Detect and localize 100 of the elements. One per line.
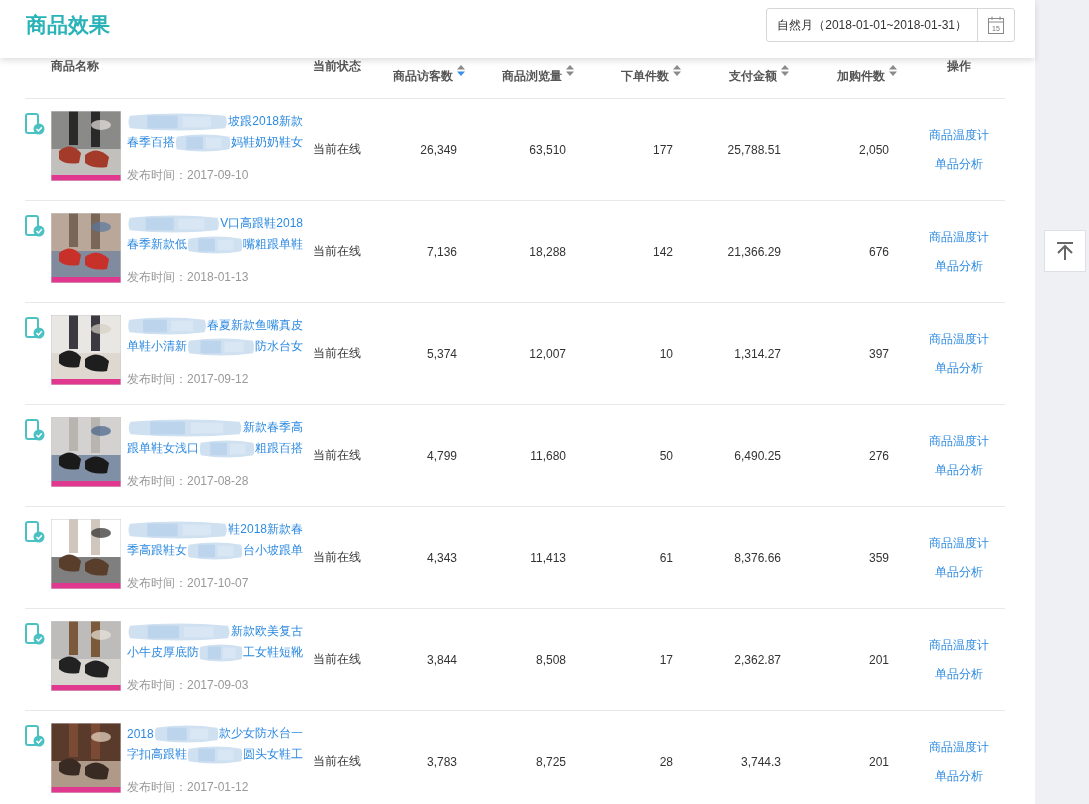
sort-icon[interactable]	[457, 65, 465, 76]
product-title-fragment[interactable]: 春夏新款鱼嘴真皮	[207, 317, 303, 334]
table-cell: 63,510	[529, 142, 566, 157]
table-cell: 50	[659, 448, 673, 463]
table-cell: 201	[868, 754, 889, 769]
publish-date: 发布时间：2017-09-10	[127, 167, 249, 184]
redaction-blur	[199, 643, 243, 662]
phone-check-icon	[25, 623, 45, 645]
product-title-fragment[interactable]: 跟单鞋女浅口	[127, 440, 199, 457]
product-title-fragment[interactable]: 台小坡跟单	[243, 542, 303, 559]
product-title-fragment[interactable]: 字扣高跟鞋	[127, 746, 187, 763]
status-text: 当前在线	[313, 141, 361, 158]
status-text: 当前在线	[313, 651, 361, 668]
action-link[interactable]: 商品温度计	[929, 228, 989, 246]
phone-check-icon	[25, 215, 45, 237]
redaction-blur	[199, 439, 255, 458]
publish-date: 发布时间：2017-01-12	[127, 779, 249, 796]
redaction-blur	[187, 337, 255, 356]
table-cell: 8,376.66	[734, 550, 781, 565]
column-header: 商品访客数	[393, 68, 453, 85]
table-cell: 397	[868, 346, 889, 361]
status-text: 当前在线	[313, 753, 361, 770]
publish-date: 发布时间：2017-09-12	[127, 371, 249, 388]
redaction-blur	[187, 541, 243, 560]
action-link[interactable]: 商品温度计	[929, 126, 989, 144]
column-header: 商品名称	[51, 58, 99, 75]
sort-icon[interactable]	[673, 65, 681, 76]
status-text: 当前在线	[313, 243, 361, 260]
action-link[interactable]: 单品分析	[935, 461, 983, 479]
table-cell: 18,288	[529, 244, 566, 259]
product-title-fragment[interactable]: 款少女防水台一	[219, 725, 303, 742]
product-title-fragment[interactable]: 小牛皮厚底防	[127, 644, 199, 661]
product-title-fragment[interactable]: 坡跟2018新款	[228, 113, 303, 130]
table-cell: 3,744.3	[740, 754, 781, 769]
table-cell: 11,413	[530, 550, 566, 565]
table-cell: 10	[659, 346, 673, 361]
product-title-fragment[interactable]: 圆头女鞋工	[243, 746, 303, 763]
table-cell: 3,783	[426, 754, 457, 769]
table-cell: 4,343	[426, 550, 457, 565]
table-cell: 25,788.51	[727, 142, 781, 157]
action-link[interactable]: 单品分析	[935, 767, 983, 785]
status-text: 当前在线	[313, 549, 361, 566]
page-title: 商品效果	[26, 12, 110, 38]
action-link[interactable]: 商品温度计	[929, 636, 989, 654]
status-text: 当前在线	[313, 447, 361, 464]
table-cell: 21,366.29	[727, 244, 781, 259]
table-cell: 12,007	[529, 346, 566, 361]
action-link[interactable]: 单品分析	[935, 155, 983, 173]
table-cell: 2,050	[858, 142, 889, 157]
product-title-fragment[interactable]: 春季新款低	[127, 236, 187, 253]
column-header: 操作	[947, 58, 971, 75]
action-link[interactable]: 商品温度计	[929, 432, 989, 450]
publish-date: 发布时间：2018-01-13	[127, 269, 249, 286]
back-to-top-button[interactable]	[1044, 230, 1086, 272]
phone-check-icon	[25, 113, 45, 135]
table-cell: 359	[868, 550, 889, 565]
phone-check-icon	[25, 317, 45, 339]
table-cell: 26,349	[420, 142, 457, 157]
product-title-fragment[interactable]: 工女鞋短靴	[243, 644, 303, 661]
phone-check-icon	[25, 725, 45, 747]
table-cell: 201	[868, 652, 889, 667]
action-link[interactable]: 单品分析	[935, 563, 983, 581]
table-cell: 8,508	[535, 652, 566, 667]
product-title-fragment[interactable]: V口高跟鞋2018	[220, 215, 303, 232]
column-header: 加购件数	[837, 68, 885, 85]
action-link[interactable]: 单品分析	[935, 359, 983, 377]
table-cell: 676	[868, 244, 889, 259]
table-cell: 11,680	[530, 448, 566, 463]
sort-icon[interactable]	[889, 65, 897, 76]
redaction-blur	[187, 235, 243, 254]
publish-date: 发布时间：2017-09-03	[127, 677, 249, 694]
action-link[interactable]: 单品分析	[935, 665, 983, 683]
action-link[interactable]: 商品温度计	[929, 330, 989, 348]
product-title-fragment[interactable]: 新款春季高	[243, 419, 303, 436]
product-title-fragment[interactable]: 单鞋小清新	[127, 338, 187, 355]
table-cell: 6,490.25	[734, 448, 781, 463]
sort-icon[interactable]	[566, 65, 574, 76]
product-title-fragment[interactable]: 粗跟百搭	[255, 440, 303, 457]
redaction-blur	[175, 133, 231, 152]
action-link[interactable]: 商品温度计	[929, 738, 989, 756]
product-title-fragment[interactable]: 鞋2018新款春	[228, 521, 303, 538]
table-cell: 2,362.87	[734, 652, 781, 667]
column-header: 当前状态	[313, 58, 361, 75]
product-title-fragment[interactable]: 嘴粗跟单鞋	[243, 236, 303, 253]
product-title-fragment[interactable]: 季高跟鞋女	[127, 542, 187, 559]
action-link[interactable]: 商品温度计	[929, 534, 989, 552]
redaction-blur	[153, 724, 219, 743]
redaction-blur	[187, 745, 243, 764]
product-title-fragment[interactable]: 春季百搭	[127, 134, 175, 151]
table-cell: 61	[659, 550, 673, 565]
product-title-fragment[interactable]: 新款欧美复古	[231, 623, 303, 640]
column-header: 商品浏览量	[502, 68, 562, 85]
table-cell: 8,725	[535, 754, 566, 769]
column-header: 支付金额	[729, 68, 777, 85]
sort-icon[interactable]	[781, 65, 789, 76]
action-link[interactable]: 单品分析	[935, 257, 983, 275]
product-title-fragment[interactable]: 防水台女	[255, 338, 303, 355]
product-title-fragment[interactable]: 妈鞋奶奶鞋女	[231, 134, 303, 151]
product-title-fragment[interactable]: 2018	[127, 726, 154, 741]
phone-check-icon	[25, 419, 45, 441]
